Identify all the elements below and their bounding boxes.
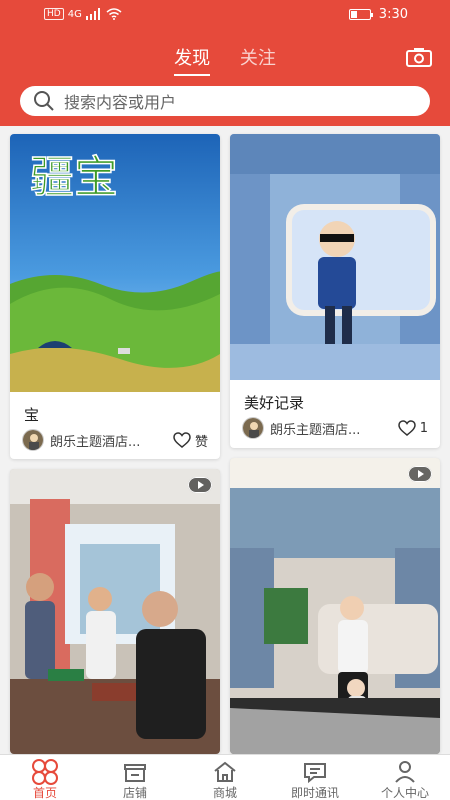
tab-mall[interactable]: 商城 xyxy=(180,755,270,800)
card-1-image: 疆宝 xyxy=(10,134,220,392)
feed-content: 疆宝 宝 朗乐主题酒店... 赞 美好记录 朗乐主题酒店... 1 xyxy=(0,126,450,754)
card-4-image xyxy=(230,458,440,754)
card-3-image xyxy=(10,469,220,754)
heart-outline-icon xyxy=(397,420,416,436)
tab-chat-label: 即时通讯 xyxy=(290,786,339,800)
battery-icon xyxy=(348,9,373,20)
card-2-avatar xyxy=(242,417,264,439)
hd-badge: HD xyxy=(44,8,64,20)
signal-bars-icon xyxy=(85,8,100,20)
camera-icon[interactable] xyxy=(406,47,432,67)
play-badge-icon xyxy=(408,466,432,482)
tab-chat[interactable]: 即时通讯 xyxy=(270,755,360,800)
card-2-author[interactable]: 朗乐主题酒店... xyxy=(270,419,398,438)
card-1-image-text: 疆宝 xyxy=(30,152,118,203)
tab-home-label: 首页 xyxy=(32,786,57,800)
tab-following[interactable]: 关注 xyxy=(240,44,276,70)
top-header: 发现 关注 搜索内容或用户 xyxy=(0,30,450,126)
network-type: 4G xyxy=(67,8,82,20)
search-icon xyxy=(34,91,54,111)
tab-home[interactable]: 首页 xyxy=(0,755,90,800)
house-icon xyxy=(214,761,236,782)
card-2-title: 美好记录 xyxy=(244,394,305,412)
feed-card-4[interactable] xyxy=(230,458,440,754)
card-2-image xyxy=(230,134,440,380)
bottom-tab-bar: 首页 店铺 商城 即时通讯 个人中心 xyxy=(0,754,450,800)
status-bar: HD 4G 3:30 xyxy=(0,0,450,30)
feed-card-2[interactable]: 美好记录 朗乐主题酒店... 1 xyxy=(230,134,440,448)
card-2-like-button[interactable]: 1 xyxy=(397,420,428,436)
tab-profile[interactable]: 个人中心 xyxy=(360,755,450,800)
search-input[interactable]: 搜索内容或用户 xyxy=(64,89,176,113)
storefront-icon xyxy=(124,764,146,782)
feed-card-1[interactable]: 疆宝 宝 朗乐主题酒店... 赞 xyxy=(10,134,220,459)
tab-discover[interactable]: 发现 xyxy=(174,44,211,76)
card-2-meta: 朗乐主题酒店... 1 xyxy=(242,417,428,439)
card-1-title: 宝 xyxy=(24,406,40,424)
battery-fill xyxy=(350,11,357,18)
message-icon xyxy=(304,763,326,784)
play-badge-icon xyxy=(188,477,212,493)
card-2-like-label: 1 xyxy=(419,420,428,436)
person-icon xyxy=(395,761,415,783)
tab-shop[interactable]: 店铺 xyxy=(90,755,180,800)
card-1-like-button[interactable]: 赞 xyxy=(173,431,208,450)
card-1-meta: 朗乐主题酒店... 赞 xyxy=(22,429,208,451)
search-box[interactable]: 搜索内容或用户 xyxy=(20,86,430,116)
card-1-avatar xyxy=(22,429,44,451)
heart-outline-icon xyxy=(173,432,191,448)
tab-mall-label: 商城 xyxy=(212,786,237,800)
wifi-icon xyxy=(106,8,122,20)
status-left: HD 4G xyxy=(44,8,122,20)
card-1-like-label: 赞 xyxy=(194,434,208,450)
card-1-author[interactable]: 朗乐主题酒店... xyxy=(50,431,173,450)
clock: 3:30 xyxy=(378,7,408,22)
tab-profile-label: 个人中心 xyxy=(380,786,429,800)
tab-shop-label: 店铺 xyxy=(122,786,147,800)
feed-card-3[interactable] xyxy=(10,469,220,754)
header-tabs: 发现 关注 xyxy=(0,44,450,76)
home-dots-icon xyxy=(32,759,58,785)
status-right: 3:30 xyxy=(348,7,408,22)
